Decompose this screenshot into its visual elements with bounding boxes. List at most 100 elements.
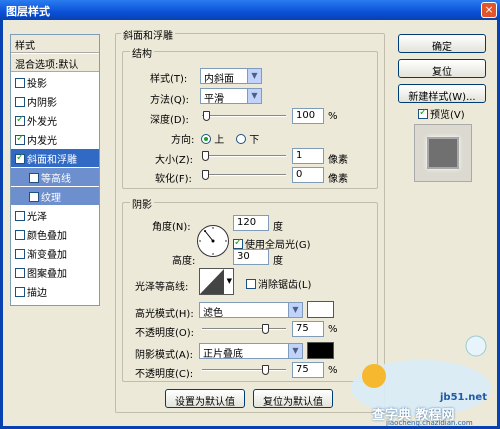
checkbox[interactable]	[15, 152, 25, 164]
depth-input[interactable]: 100	[292, 108, 324, 124]
shadow-opacity-thumb[interactable]	[262, 365, 269, 375]
window-title: 图层样式	[6, 5, 50, 18]
technique-select[interactable]: 平滑 ▼	[200, 88, 262, 105]
list-item-styles[interactable]: 样式	[11, 35, 99, 53]
list-item-label: 样式	[15, 41, 35, 52]
list-item-inner-shadow[interactable]: 内阴影	[11, 92, 99, 110]
shadow-mode-label: 阴影模式(A):	[135, 350, 194, 361]
style-preview	[414, 124, 472, 182]
list-item-outer-glow[interactable]: 外发光	[11, 111, 99, 129]
gloss-contour-label: 光泽等高线:	[135, 282, 189, 293]
size-slider-track[interactable]	[202, 155, 286, 157]
radio-down[interactable]	[236, 134, 246, 144]
antialias-option[interactable]: 消除锯齿(L)	[246, 276, 311, 291]
preview-label: 预览(V)	[430, 110, 465, 121]
direction-down-label: 下	[249, 135, 260, 146]
highlight-opacity-thumb[interactable]	[262, 324, 269, 334]
checkbox[interactable]	[29, 192, 39, 202]
list-item-color-overlay[interactable]: 颜色叠加	[11, 225, 99, 243]
direction-up-option[interactable]: 上	[201, 131, 224, 146]
list-item-label: 等高线	[41, 174, 71, 185]
list-item-gradient-overlay[interactable]: 渐变叠加	[11, 244, 99, 262]
checkbox[interactable]	[15, 97, 25, 107]
soften-input[interactable]: 0	[292, 167, 324, 183]
antialias-checkbox[interactable]	[246, 279, 256, 289]
soften-slider-thumb[interactable]	[202, 170, 209, 180]
list-item-stroke[interactable]: 描边	[11, 282, 99, 300]
shadow-opacity-label: 不透明度(C):	[135, 369, 194, 380]
list-item-texture[interactable]: 纹理	[11, 187, 99, 205]
highlight-mode-value: 滤色	[203, 308, 223, 319]
depth-slider-track[interactable]	[202, 115, 286, 117]
checkbox[interactable]	[15, 230, 25, 240]
size-input[interactable]: 1	[292, 148, 324, 164]
list-item-label: 渐变叠加	[27, 250, 67, 261]
chevron-down-icon: ▼	[247, 69, 261, 83]
altitude-input[interactable]: 30	[233, 249, 269, 265]
highlight-mode-select[interactable]: 滤色 ▼	[199, 302, 303, 319]
list-item-label: 内发光	[27, 136, 57, 147]
angle-dial[interactable]	[197, 225, 229, 257]
reset-default-button[interactable]: 复位为默认值	[253, 389, 333, 408]
checkbox[interactable]	[29, 173, 39, 183]
list-item-label: 投影	[27, 79, 47, 90]
make-default-button[interactable]: 设置为默认值	[165, 389, 245, 408]
styles-list: 样式 混合选项:默认 投影 内阴影 外发光 内发光 斜面和浮雕 等高线 纹理 光…	[10, 34, 100, 306]
shadow-mode-select[interactable]: 正片叠底 ▼	[199, 343, 303, 360]
list-item-bevel-emboss[interactable]: 斜面和浮雕	[11, 149, 99, 167]
shadow-opacity-track[interactable]	[202, 369, 286, 371]
chevron-down-icon: ▼	[288, 303, 302, 317]
new-style-button[interactable]: 新建样式(W)...	[398, 84, 486, 103]
checkbox[interactable]	[15, 78, 25, 88]
shadow-opacity-input[interactable]: 75	[292, 362, 324, 378]
global-light-checkbox[interactable]	[233, 237, 243, 249]
size-slider-thumb[interactable]	[202, 151, 209, 161]
reset-button[interactable]: 复位	[398, 59, 486, 78]
highlight-opacity-input[interactable]: 75	[292, 321, 324, 337]
close-button[interactable]: ×	[481, 2, 497, 18]
preview-option[interactable]: 预览(V)	[418, 106, 465, 121]
highlight-mode-label: 高光模式(H):	[135, 309, 194, 320]
checkbox[interactable]	[15, 249, 25, 259]
list-item-inner-glow[interactable]: 内发光	[11, 130, 99, 148]
checkbox[interactable]	[15, 211, 25, 221]
direction-down-option[interactable]: 下	[236, 131, 259, 146]
list-item-pattern-overlay[interactable]: 图案叠加	[11, 263, 99, 281]
depth-label: 深度(D):	[150, 115, 189, 126]
checkbox[interactable]	[15, 268, 25, 278]
highlight-color-swatch[interactable]	[307, 301, 334, 318]
highlight-opacity-unit: %	[328, 324, 338, 335]
preview-swatch	[427, 137, 459, 169]
style-select-value: 内斜面	[204, 74, 234, 85]
ok-button[interactable]: 确定	[398, 34, 486, 53]
depth-unit: %	[328, 111, 338, 122]
antialias-label: 消除锯齿(L)	[258, 280, 312, 291]
radio-up[interactable]	[201, 134, 211, 144]
style-select[interactable]: 内斜面 ▼	[200, 68, 262, 85]
shadow-color-swatch[interactable]	[307, 342, 334, 359]
shadow-mode-value: 正片叠底	[203, 349, 243, 360]
angle-unit: 度	[273, 222, 283, 233]
list-item-satin[interactable]: 光泽	[11, 206, 99, 224]
list-item-drop-shadow[interactable]: 投影	[11, 73, 99, 91]
checkbox[interactable]	[15, 133, 25, 145]
highlight-opacity-track[interactable]	[202, 328, 286, 330]
checkbox[interactable]	[15, 114, 25, 126]
altitude-label: 高度:	[172, 256, 196, 267]
depth-slider-thumb[interactable]	[203, 111, 210, 121]
angle-label: 角度(N):	[152, 222, 191, 233]
shadow-opacity-unit: %	[328, 365, 338, 376]
list-item-label: 内阴影	[27, 98, 57, 109]
list-item-label: 混合选项:默认	[15, 60, 79, 71]
gloss-contour-picker[interactable]: ▼	[199, 268, 234, 295]
watermark-site1: jb51.net	[440, 392, 487, 403]
preview-checkbox[interactable]	[418, 107, 428, 119]
list-item-label: 描边	[27, 288, 47, 299]
close-icon: ×	[484, 3, 494, 16]
list-item-contour[interactable]: 等高线	[11, 168, 99, 186]
highlight-opacity-label: 不透明度(O):	[135, 328, 195, 339]
checkbox[interactable]	[15, 287, 25, 297]
soften-slider-track[interactable]	[202, 174, 286, 176]
angle-input[interactable]: 120	[233, 215, 269, 231]
list-item-blending-options[interactable]: 混合选项:默认	[11, 54, 99, 72]
